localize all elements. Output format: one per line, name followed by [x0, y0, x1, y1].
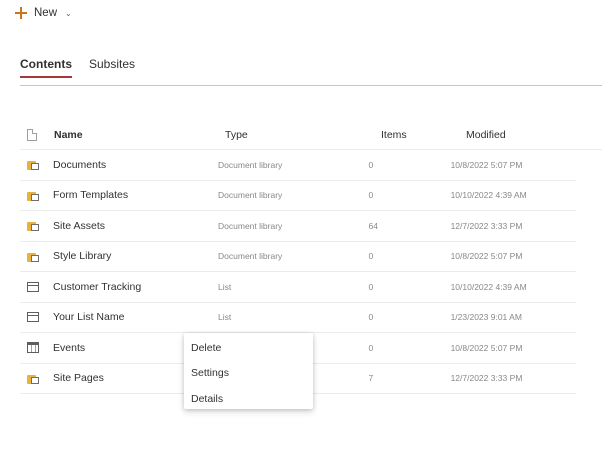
row-items: 0 [368, 342, 374, 353]
row-name-link[interactable]: Site Assets [53, 220, 218, 232]
row-items: 7 [368, 373, 374, 384]
row-type: Document library [218, 190, 283, 201]
row-items: 0 [368, 281, 374, 292]
table-row[interactable]: Documents Document library 0 10/8/2022 5… [20, 150, 576, 181]
row-modified: 10/10/2022 4:39 AM [450, 281, 527, 292]
table-row[interactable]: Style Library Document library 0 10/8/20… [20, 242, 576, 272]
menu-item-settings[interactable]: Settings [184, 361, 313, 387]
list-icon [27, 312, 39, 323]
context-menu: Delete Settings Details [184, 333, 313, 409]
file-type-icon [27, 128, 37, 141]
document-library-icon [27, 159, 40, 171]
tab-contents[interactable]: Contents [20, 57, 72, 78]
row-name-link[interactable]: Documents [53, 159, 218, 171]
tab-subsites[interactable]: Subsites [89, 57, 135, 78]
row-items: 0 [368, 312, 374, 323]
document-library-icon [27, 220, 40, 232]
column-header-modified[interactable]: Modified [466, 129, 596, 141]
new-button-label: New [34, 7, 58, 19]
table-row[interactable]: Site Assets Document library 64 12/7/202… [20, 211, 576, 242]
row-type: Document library [218, 251, 283, 262]
row-type: List [218, 312, 232, 323]
tabs-divider [20, 85, 602, 86]
row-modified: 12/7/2022 3:33 PM [450, 220, 523, 231]
column-header-items[interactable]: Items [381, 129, 466, 141]
chevron-down-icon: ⌄ [65, 8, 72, 18]
document-library-icon [27, 190, 40, 201]
row-type: Document library [218, 220, 283, 231]
row-modified: 12/7/2022 3:33 PM [450, 373, 523, 384]
plus-icon [14, 6, 28, 20]
column-header-name[interactable]: Name [54, 129, 225, 141]
tab-bar: Contents Subsites [20, 57, 135, 78]
table-row[interactable]: Form Templates Document library 0 10/10/… [20, 181, 576, 211]
table-header: Name Type Items Modified [20, 120, 602, 150]
row-type: Document library [218, 159, 283, 170]
list-icon [27, 281, 39, 292]
row-modified: 10/8/2022 5:07 PM [450, 342, 523, 353]
document-library-icon [27, 251, 40, 262]
row-items: 64 [368, 220, 379, 231]
new-button[interactable]: New ⌄ [14, 4, 72, 22]
row-items: 0 [368, 159, 374, 170]
row-modified: 10/8/2022 5:07 PM [450, 159, 523, 170]
column-header-type[interactable]: Type [225, 129, 381, 141]
row-name-link[interactable]: Style Library [53, 250, 218, 262]
row-name-link[interactable]: Form Templates [53, 189, 218, 201]
row-name-link[interactable]: Your List Name [53, 311, 218, 323]
menu-item-delete[interactable]: Delete [184, 335, 313, 361]
row-type: List [218, 281, 232, 292]
row-modified: 10/10/2022 4:39 AM [450, 190, 527, 201]
row-name-link[interactable]: Customer Tracking [53, 281, 218, 293]
row-items: 0 [368, 251, 374, 262]
calendar-icon [27, 342, 39, 354]
file-type-header[interactable] [20, 128, 54, 141]
table-row[interactable]: Your List Name List 0 1/23/2023 9:01 AM [20, 303, 576, 333]
row-items: 0 [368, 190, 374, 201]
document-library-icon [27, 373, 40, 384]
row-modified: 1/23/2023 9:01 AM [450, 312, 522, 323]
menu-item-details[interactable]: Details [184, 386, 313, 412]
table-row[interactable]: Customer Tracking List 0 10/10/2022 4:39… [20, 272, 576, 303]
row-modified: 10/8/2022 5:07 PM [450, 251, 523, 262]
